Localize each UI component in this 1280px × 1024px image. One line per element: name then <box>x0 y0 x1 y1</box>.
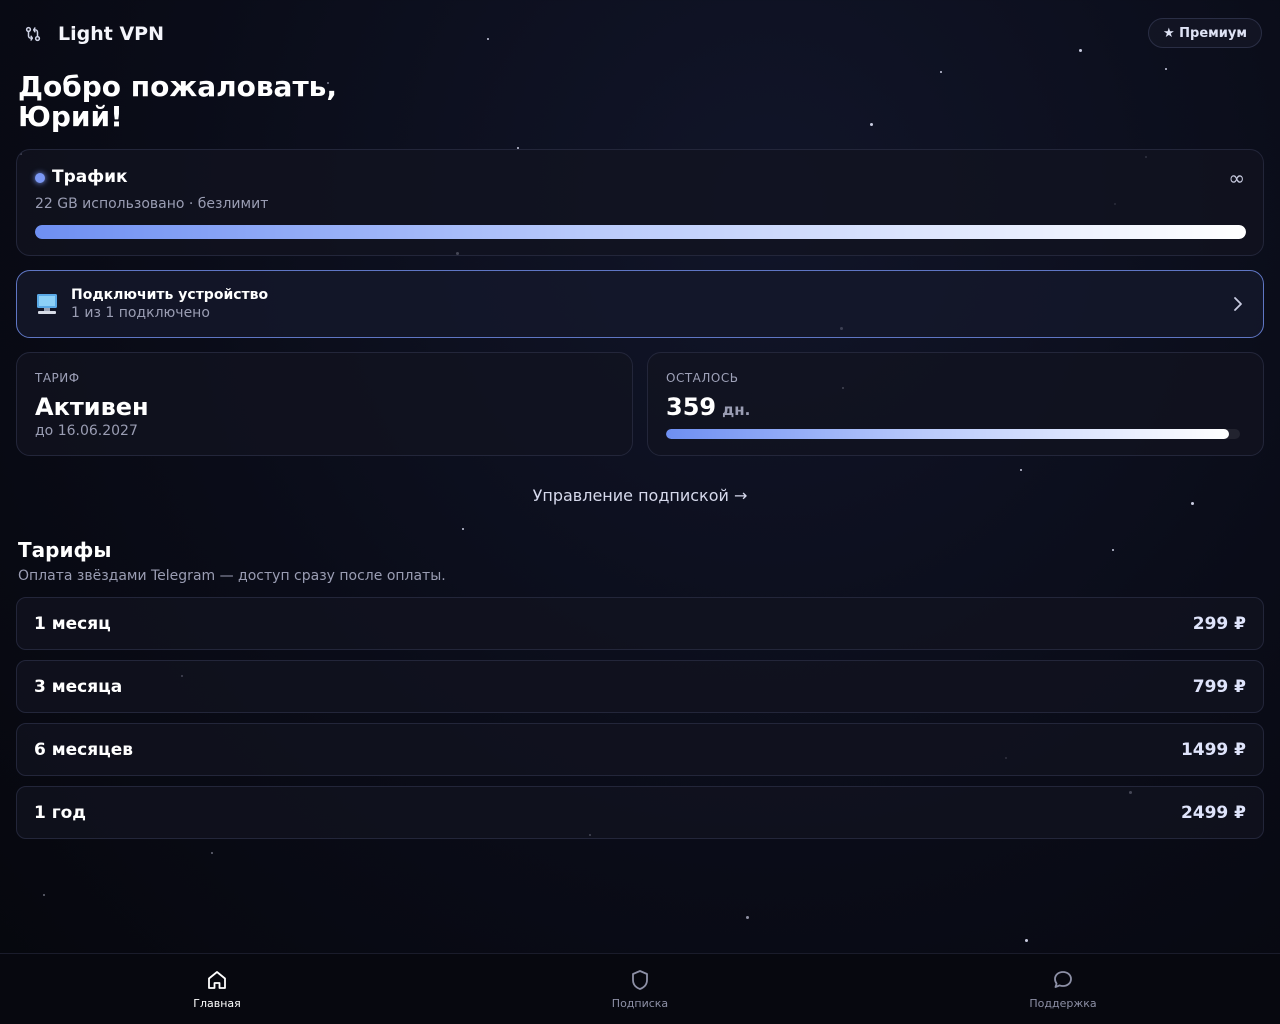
traffic-usage-text: 22 GB использовано · безлимит <box>35 196 269 212</box>
remaining-days-card: ОСТАЛОСЬ 359 дн. <box>647 352 1264 456</box>
welcome-line-1: Добро пожаловать, <box>18 70 338 103</box>
home-icon <box>205 968 229 992</box>
tariff-option-1-month[interactable]: 1 месяц 299 ₽ <box>16 597 1264 650</box>
tariffs-heading: Тарифы <box>18 538 112 562</box>
tariff-option-6-months[interactable]: 6 месяцев 1499 ₽ <box>16 723 1264 776</box>
tariff-name: 3 месяца <box>34 677 123 697</box>
connect-device-button[interactable]: Подключить устройство 1 из 1 подключено <box>16 270 1264 338</box>
tariff-price: 299 ₽ <box>1192 614 1246 634</box>
traffic-progress-fill <box>35 225 1246 239</box>
tariff-name: 1 год <box>34 803 87 823</box>
connect-device-title: Подключить устройство <box>71 287 269 303</box>
traffic-limit-symbol: ∞ <box>1228 166 1245 190</box>
traffic-card: Трафик ∞ 22 GB использовано · безлимит <box>16 149 1264 256</box>
welcome-line-2: Юрий! <box>18 100 123 133</box>
nav-label: Поддержка <box>1029 997 1097 1010</box>
connect-device-status: 1 из 1 подключено <box>71 305 210 321</box>
nav-label: Главная <box>193 997 241 1010</box>
app-header: Light VPN ★ Премиум <box>18 18 1262 50</box>
tariff-option-1-year[interactable]: 1 год 2499 ₽ <box>16 786 1264 839</box>
remaining-days-value: 359 дн. <box>666 393 750 421</box>
nav-tab-subscription[interactable]: Подписка <box>570 954 710 1024</box>
traffic-progress-bar <box>35 225 1246 239</box>
tariff-name: 1 месяц <box>34 614 111 634</box>
plan-expiry-date: до 16.06.2027 <box>35 423 138 439</box>
remaining-progress-fill <box>666 429 1229 439</box>
tariff-price: 799 ₽ <box>1192 677 1246 697</box>
logo-icon <box>18 19 48 49</box>
traffic-title: Трафик <box>52 167 128 187</box>
plan-card: ТАРИФ Активен до 16.06.2027 <box>16 352 633 456</box>
nav-tab-support[interactable]: Поддержка <box>993 954 1133 1024</box>
chevron-right-icon <box>1231 295 1245 317</box>
plan-caption: ТАРИФ <box>35 371 80 385</box>
chat-bubble-icon <box>1051 968 1075 992</box>
welcome-heading: Добро пожаловать, Юрий! <box>18 72 337 132</box>
plan-status: Активен <box>35 393 149 421</box>
tariff-name: 6 месяцев <box>34 740 134 760</box>
nav-label: Подписка <box>611 997 669 1010</box>
premium-button[interactable]: ★ Премиум <box>1147 18 1262 48</box>
tariff-price: 2499 ₽ <box>1180 803 1246 823</box>
tariffs-subtitle: Оплата звёздами Telegram — доступ сразу … <box>18 568 446 584</box>
remaining-days-unit: дн. <box>722 401 751 419</box>
nav-tab-home[interactable]: Главная <box>147 954 287 1024</box>
computer-icon <box>35 292 59 320</box>
shield-icon <box>628 968 652 992</box>
app-title: Light VPN <box>58 23 164 45</box>
remaining-caption: ОСТАЛОСЬ <box>666 371 739 385</box>
traffic-status-dot <box>35 173 45 183</box>
manage-subscription-link[interactable]: Управление подпиской → <box>0 486 1280 505</box>
bottom-navigation: Главная Подписка Поддержка <box>0 953 1280 1024</box>
tariff-price: 1499 ₽ <box>1180 740 1246 760</box>
remaining-days-number: 359 <box>666 393 717 421</box>
tariff-option-3-months[interactable]: 3 месяца 799 ₽ <box>16 660 1264 713</box>
remaining-progress-bar <box>666 429 1240 439</box>
